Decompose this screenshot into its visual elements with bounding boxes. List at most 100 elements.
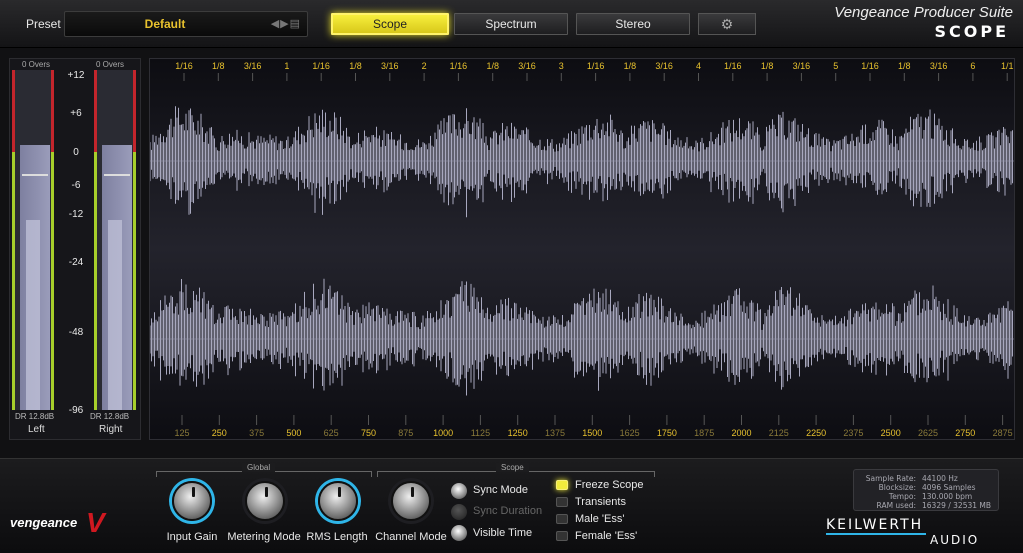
visible-time-knob[interactable] xyxy=(451,525,467,541)
sync-mode-knob[interactable] xyxy=(451,483,467,499)
beat-tick-label: 1/16 xyxy=(312,61,330,71)
product-name: SCOPE xyxy=(934,22,1009,41)
preset-label: Preset xyxy=(26,17,61,31)
keilwerth-logo: KEILWERTH xyxy=(826,517,924,533)
beat-tick-label: 3/16 xyxy=(930,61,948,71)
beat-tick-label: 1/8 xyxy=(761,61,774,71)
waveform-path xyxy=(150,106,1013,218)
male-ess-checkbox[interactable] xyxy=(556,514,568,524)
tab-stereo[interactable]: Stereo xyxy=(576,13,690,35)
preset-name[interactable]: Default xyxy=(65,17,265,31)
beat-tick-label: 1/1 xyxy=(1001,61,1014,71)
scope-waveform: 1/16 1/8 3/16 1 1/16 1/8 3/16 2 1/16 1/8 3/16 3 1/1 6… xyxy=(150,61,1014,438)
sample-tick-label: 2125 xyxy=(769,428,789,438)
input-gain-knob[interactable] xyxy=(172,481,212,521)
waveform-path xyxy=(150,278,1013,396)
info-panel: Sample Rate: 44100 Hz Blocksize: 4096 Samp… xyxy=(853,469,999,511)
meter-left-peak-hold xyxy=(22,174,48,176)
keilwerth-audio-logo: AUDIO xyxy=(930,533,980,547)
level-meters: 0 Overs 0 Overs +12 +6 0 -6 -12 -24 -48 … xyxy=(9,58,141,440)
female-ess-checkbox[interactable] xyxy=(556,531,568,541)
sample-tick-label: 2750 xyxy=(955,428,975,438)
top-bar: Preset Default ◀▶▤ Scope Spectrum Stereo… xyxy=(0,0,1023,48)
scope-display[interactable]: 1/16 1/8 3/16 1 1/16 1/8 3/16 2 1/16 1/8 3/16 3 1/1 6… xyxy=(149,58,1015,440)
beat-tick-label: 3 xyxy=(559,61,564,71)
scale-label: -12 xyxy=(68,209,84,220)
meter-right-peak-hold xyxy=(104,174,130,176)
beat-tick-label: 1/16 xyxy=(861,61,879,71)
tab-spectrum[interactable]: Spectrum xyxy=(454,13,568,35)
overs-right[interactable]: 0 Overs xyxy=(96,60,124,69)
sample-tick-label: 1500 xyxy=(582,428,602,438)
sample-tick-label: 125 xyxy=(174,428,189,438)
preset-nav-icon[interactable]: ◀▶▤ xyxy=(271,17,301,30)
beat-tick-label: 2 xyxy=(422,61,427,71)
sample-tick-label: 625 xyxy=(324,428,339,438)
dr-left: DR 12.8dB xyxy=(15,412,55,421)
waveform-right-channel xyxy=(150,278,1014,396)
sample-tick-label: 500 xyxy=(286,428,301,438)
beat-tick-label: 1/8 xyxy=(349,61,362,71)
sample-tick-label: 1375 xyxy=(545,428,565,438)
sample-tick-label: 1750 xyxy=(657,428,677,438)
meter-red-zone xyxy=(94,70,136,152)
sample-tick-label: 1125 xyxy=(471,428,490,438)
rms-length-knob[interactable] xyxy=(318,481,358,521)
scale-label: -24 xyxy=(68,257,84,268)
scale-label: -48 xyxy=(68,327,84,338)
product-suite-title: Vengeance Producer Suite xyxy=(834,4,1013,21)
beat-tick-label: 1/8 xyxy=(486,61,499,71)
beat-tick-label: 3/16 xyxy=(518,61,536,71)
sample-tick-label: 250 xyxy=(212,428,227,438)
sample-tick-label: 2625 xyxy=(918,428,938,438)
sample-tick-label: 1250 xyxy=(508,428,528,438)
keilwerth-logo-line xyxy=(826,533,926,535)
beat-tick-label: 1/16 xyxy=(724,61,742,71)
scale-label: -96 xyxy=(68,405,84,416)
sync-duration-label: Sync Duration xyxy=(473,505,543,517)
channel-label-left: Left xyxy=(28,424,45,435)
metering-mode-knob[interactable] xyxy=(245,481,285,521)
scope-group-label: Scope xyxy=(496,463,529,472)
sample-tick-label: 2000 xyxy=(731,428,751,438)
sample-tick-label: 2875 xyxy=(993,428,1013,438)
sample-ticks: 125 250 375 500 625 750 875 1000 1125 1250 1375 150… xyxy=(174,415,1013,438)
beat-tick-label: 4 xyxy=(696,61,701,71)
meter-red-zone xyxy=(12,70,54,152)
sample-tick-label: 1000 xyxy=(433,428,453,438)
channel-mode-knob[interactable] xyxy=(391,481,431,521)
beat-tick-label: 5 xyxy=(833,61,838,71)
sample-tick-label: 750 xyxy=(361,428,376,438)
scale-label: 0 xyxy=(73,147,79,158)
meter-left xyxy=(12,70,54,410)
gear-icon[interactable]: ⚙ xyxy=(698,13,756,35)
sample-tick-label: 1625 xyxy=(620,428,640,438)
sync-mode-label: Sync Mode xyxy=(473,484,529,496)
channel-label-right: Right xyxy=(99,424,123,435)
meter-left-rms-bar xyxy=(26,219,40,410)
preset-selector[interactable]: Default ◀▶▤ xyxy=(64,11,308,37)
freeze-scope-checkbox[interactable] xyxy=(556,480,568,490)
meter-right xyxy=(94,70,136,410)
overs-left[interactable]: 0 Overs xyxy=(22,60,50,69)
female-ess-label: Female 'Ess' xyxy=(575,530,638,542)
scale-label: +12 xyxy=(67,70,85,81)
sample-tick-label: 2500 xyxy=(881,428,901,438)
tab-scope[interactable]: Scope xyxy=(331,13,449,35)
sample-tick-label: 2375 xyxy=(843,428,863,438)
transients-checkbox[interactable] xyxy=(556,497,568,507)
vengeance-logo: vengeance xyxy=(10,515,78,530)
sample-tick-label: 1875 xyxy=(694,428,714,438)
sample-tick-label: 875 xyxy=(398,428,413,438)
sync-duration-knob[interactable] xyxy=(451,504,467,520)
waveform-left-channel xyxy=(150,106,1014,218)
visible-time-label: Visible Time xyxy=(473,527,533,539)
meter-right-rms-bar xyxy=(108,219,122,410)
transients-label: Transients xyxy=(575,496,626,508)
channel-mode-label: Channel Mode xyxy=(375,531,447,543)
scale-label: -6 xyxy=(71,180,81,191)
beat-tick-label: 3/16 xyxy=(244,61,262,71)
beat-tick-label: 1 xyxy=(284,61,289,71)
vengeance-mark-icon: V xyxy=(86,507,105,538)
beat-tick-label: 1/8 xyxy=(212,61,225,71)
